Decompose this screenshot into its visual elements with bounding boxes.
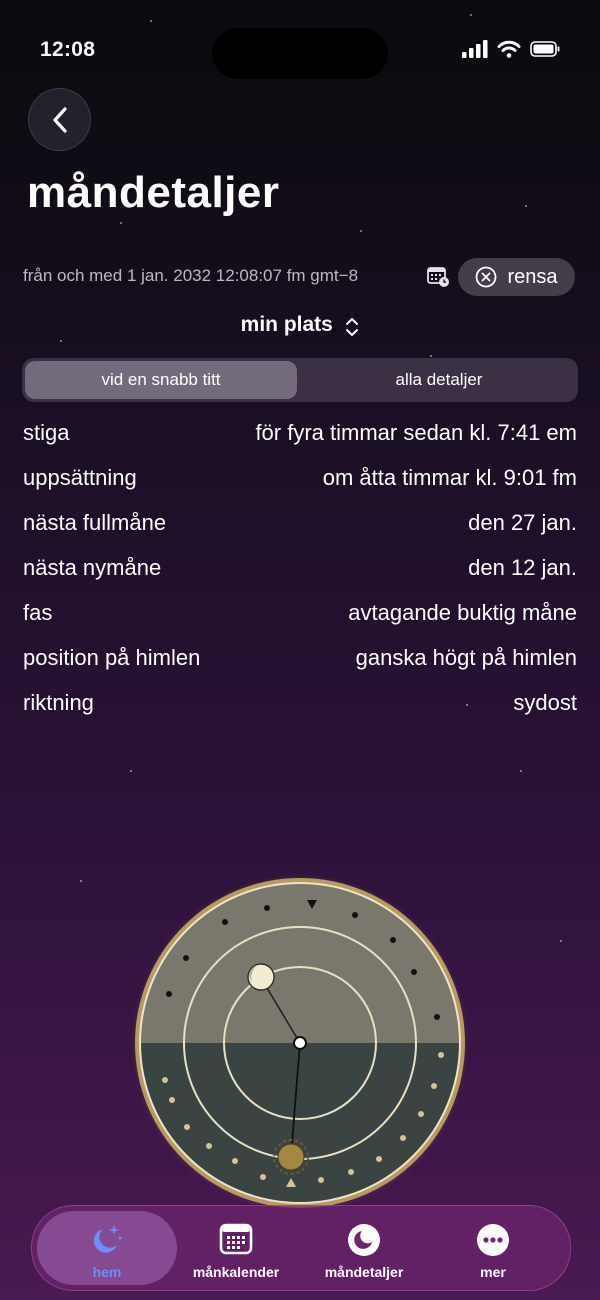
detail-value: den 12 jan. [468, 555, 577, 580]
calendar-icon [219, 1223, 253, 1255]
location-selector[interactable]: min plats [0, 313, 600, 337]
tab-moon-details[interactable]: måndetaljer [294, 1211, 434, 1285]
chevron-left-icon [52, 106, 67, 133]
tab-label: måndetaljer [324, 1264, 404, 1280]
moon-position-dial [131, 874, 469, 1212]
tab-bar: hem månkalender måndetaljer mer [31, 1205, 571, 1291]
detail-value: om åtta timmar kl. 9:01 fm [322, 465, 577, 490]
moon-icon [247, 963, 275, 991]
detail-label: position på himlen [23, 645, 201, 670]
wifi-icon [497, 40, 521, 58]
detail-value: för fyra timmar sedan kl. 7:41 em [255, 420, 577, 445]
tab-label: månkalender [192, 1264, 280, 1280]
detail-value: den 27 jan. [468, 510, 577, 535]
dynamic-island [212, 28, 388, 79]
detail-row-rise: stiga för fyra timmar sedan kl. 7:41 em [23, 412, 577, 457]
tab-label: hem [92, 1264, 122, 1280]
status-bar: 12:08 [0, 0, 600, 100]
cellular-signal-icon [462, 40, 488, 58]
moon-stars-icon [93, 1225, 123, 1253]
battery-icon [530, 41, 560, 57]
back-button[interactable] [28, 88, 91, 151]
dial-center [293, 1036, 307, 1050]
detail-row-set: uppsättning om åtta timmar kl. 9:01 fm [23, 457, 577, 502]
detail-value: sydost [513, 690, 577, 715]
detail-label: uppsättning [23, 465, 137, 490]
detail-row-next-full-moon: nästa fullmåne den 27 jan. [23, 502, 577, 547]
tab-moon-calendar[interactable]: månkalender [166, 1211, 306, 1285]
detail-row-phase: fas avtagande buktig måne [23, 592, 577, 637]
status-icons [462, 40, 560, 58]
tab-home[interactable]: hem [37, 1211, 177, 1285]
location-label: min plats [240, 313, 333, 336]
detail-label: stiga [23, 420, 70, 445]
dial-sky [141, 884, 459, 1043]
detail-value: avtagande buktig måne [348, 600, 577, 625]
detail-label: fas [23, 600, 53, 625]
clear-label: rensa [507, 265, 558, 288]
detail-label: nästa fullmåne [23, 510, 167, 535]
clear-button[interactable]: rensa [458, 258, 575, 296]
detail-row-sky-position: position på himlen ganska högt på himlen [23, 637, 577, 682]
detail-row-direction: riktning sydost [23, 682, 577, 727]
segment-all-details[interactable]: alla detaljer [303, 361, 575, 399]
tab-more[interactable]: mer [423, 1211, 563, 1285]
date-text: från och med 1 jan. 2032 12:08:07 fm gmt… [23, 266, 359, 285]
close-circle-icon [476, 266, 497, 288]
calendar-clock-icon[interactable] [426, 264, 450, 288]
detail-row-next-new-moon: nästa nymåne den 12 jan. [23, 547, 577, 592]
details-list: stiga för fyra timmar sedan kl. 7:41 em … [23, 412, 577, 727]
status-time: 12:08 [40, 38, 96, 61]
dial-ground [141, 1043, 459, 1202]
detail-label: riktning [23, 690, 94, 715]
segment-quick-view[interactable]: vid en snabb titt [25, 361, 297, 399]
detail-label: nästa nymåne [23, 555, 162, 580]
page-title: måndetaljer [27, 168, 280, 217]
detail-value: ganska högt på himlen [355, 645, 577, 670]
more-icon [477, 1224, 509, 1256]
segmented-control: vid en snabb titt alla detaljer [22, 358, 578, 402]
date-row: från och med 1 jan. 2032 12:08:07 fm gmt… [23, 258, 575, 296]
moon-circle-icon [348, 1224, 380, 1256]
tab-label: mer [480, 1264, 506, 1280]
chevron-up-down-icon [346, 317, 359, 336]
